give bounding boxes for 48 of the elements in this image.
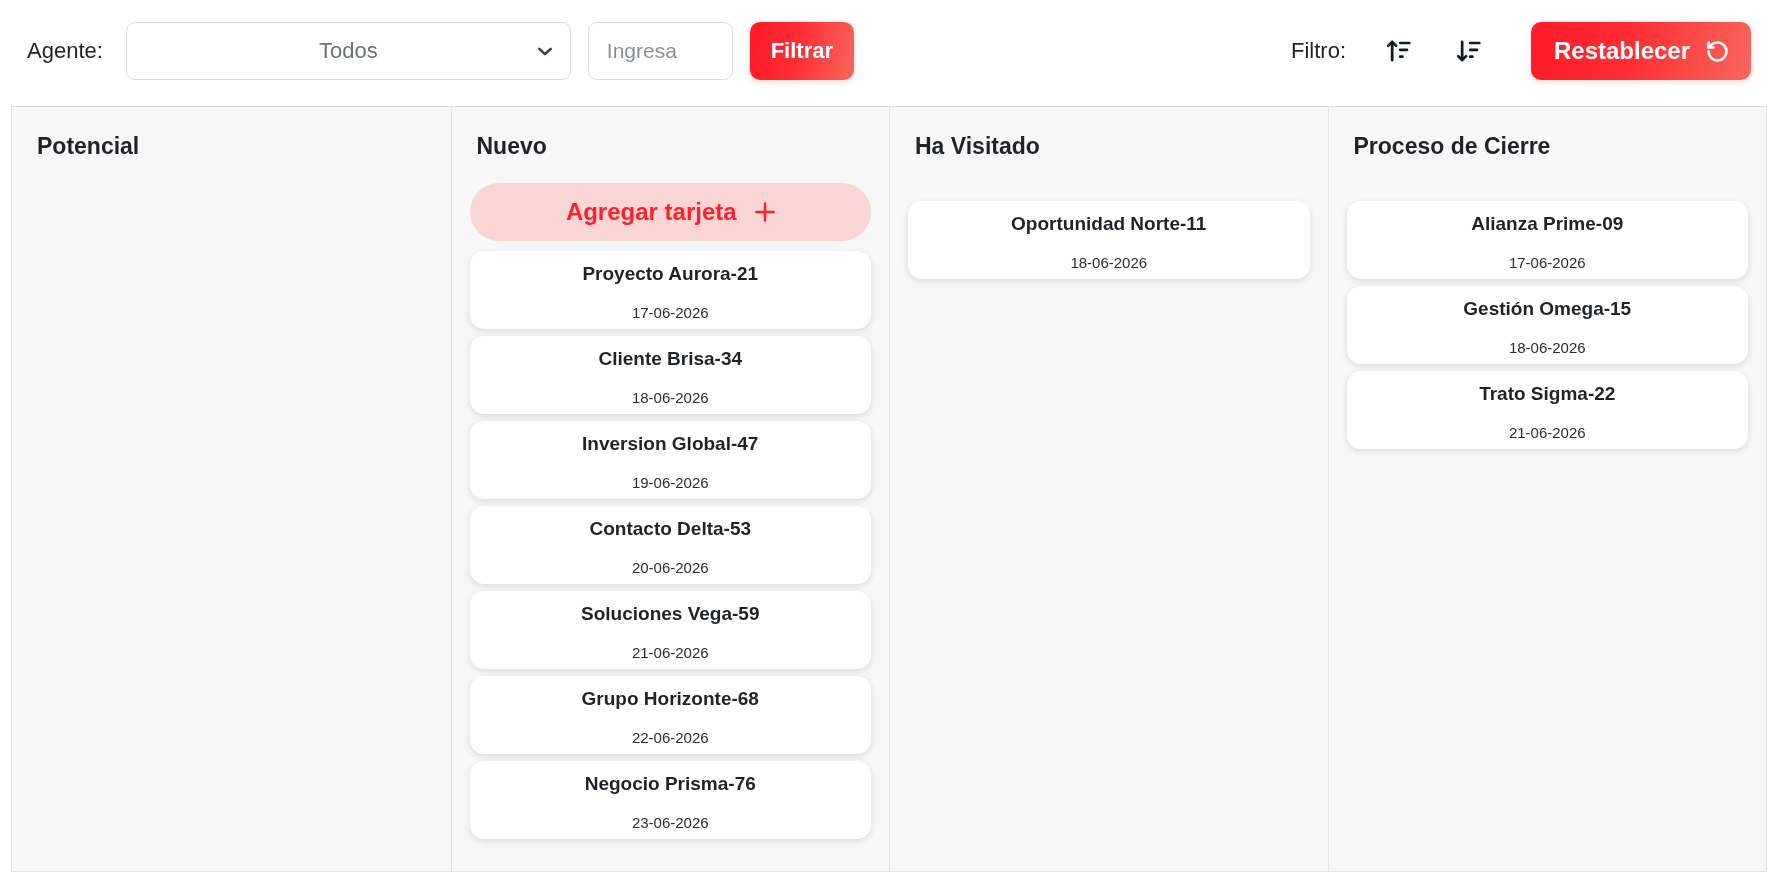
counterclockwise-arrow-icon — [1707, 40, 1729, 62]
deal-card[interactable]: Gestión Omega-15 18-06-2026 — [1346, 286, 1748, 364]
deal-card[interactable]: Soluciones Vega-59 21-06-2026 — [469, 591, 871, 669]
chevron-down-icon — [537, 47, 552, 56]
card-title: Inversion Global-47 — [581, 432, 760, 456]
card-title: Grupo Horizonte-68 — [580, 687, 760, 711]
card-title: Proyecto Aurora-21 — [581, 262, 760, 286]
column-title: Ha Visitado — [915, 132, 1041, 161]
deal-card[interactable]: Negocio Prisma-76 23-06-2026 — [469, 761, 871, 839]
card-title: Negocio Prisma-76 — [583, 772, 757, 796]
sort-ascending-icon[interactable] — [1387, 40, 1411, 62]
plus-icon — [754, 202, 775, 222]
card-title: Soluciones Vega-59 — [580, 602, 761, 626]
sort-descending-icon[interactable] — [1457, 40, 1481, 62]
card-date: 22-06-2026 — [630, 729, 710, 747]
card-date: 23-06-2026 — [630, 814, 710, 832]
card-date: 21-06-2026 — [630, 644, 710, 662]
agent-label: Agente: — [27, 38, 103, 64]
filter-button[interactable]: Filtrar — [749, 22, 854, 80]
card-date: 18-06-2026 — [1069, 254, 1149, 272]
deal-card[interactable]: Grupo Horizonte-68 22-06-2026 — [469, 676, 871, 754]
card-title: Alianza Prime-09 — [1470, 212, 1625, 236]
card-date: 17-06-2026 — [1507, 254, 1587, 272]
deal-card[interactable]: Oportunidad Norte-11 18-06-2026 — [908, 201, 1310, 279]
card-title: Contacto Delta-53 — [588, 517, 752, 541]
card-date: 18-06-2026 — [1507, 339, 1587, 357]
deal-card[interactable]: Inversion Global-47 19-06-2026 — [469, 421, 871, 499]
deal-card[interactable]: Contacto Delta-53 20-06-2026 — [469, 506, 871, 584]
column-title: Proceso de Cierre — [1353, 132, 1552, 161]
card-title: Gestión Omega-15 — [1462, 297, 1633, 321]
agent-select[interactable]: Todos — [125, 22, 571, 80]
card-title: Oportunidad Norte-11 — [1010, 212, 1208, 236]
deal-card[interactable]: Cliente Brisa-34 18-06-2026 — [469, 336, 871, 414]
card-title: Trato Sigma-22 — [1478, 382, 1617, 406]
column-title: Potencial — [37, 132, 141, 161]
search-field[interactable]: Ingresa — [587, 22, 733, 80]
deal-card[interactable]: Alianza Prime-09 17-06-2026 — [1346, 201, 1748, 279]
card-title: Cliente Brisa-34 — [597, 347, 744, 371]
sort-label: Filtro: — [1291, 38, 1346, 64]
column-title: Nuevo — [476, 132, 548, 161]
card-date: 19-06-2026 — [630, 474, 710, 492]
card-date: 20-06-2026 — [630, 559, 710, 577]
card-date: 21-06-2026 — [1507, 424, 1587, 442]
reset-button[interactable]: Restablecer — [1531, 22, 1751, 80]
deal-card[interactable]: Proyecto Aurora-21 17-06-2026 — [469, 251, 871, 329]
card-date: 17-06-2026 — [630, 304, 710, 322]
card-date: 18-06-2026 — [630, 389, 710, 407]
deal-card[interactable]: Trato Sigma-22 21-06-2026 — [1346, 371, 1748, 449]
